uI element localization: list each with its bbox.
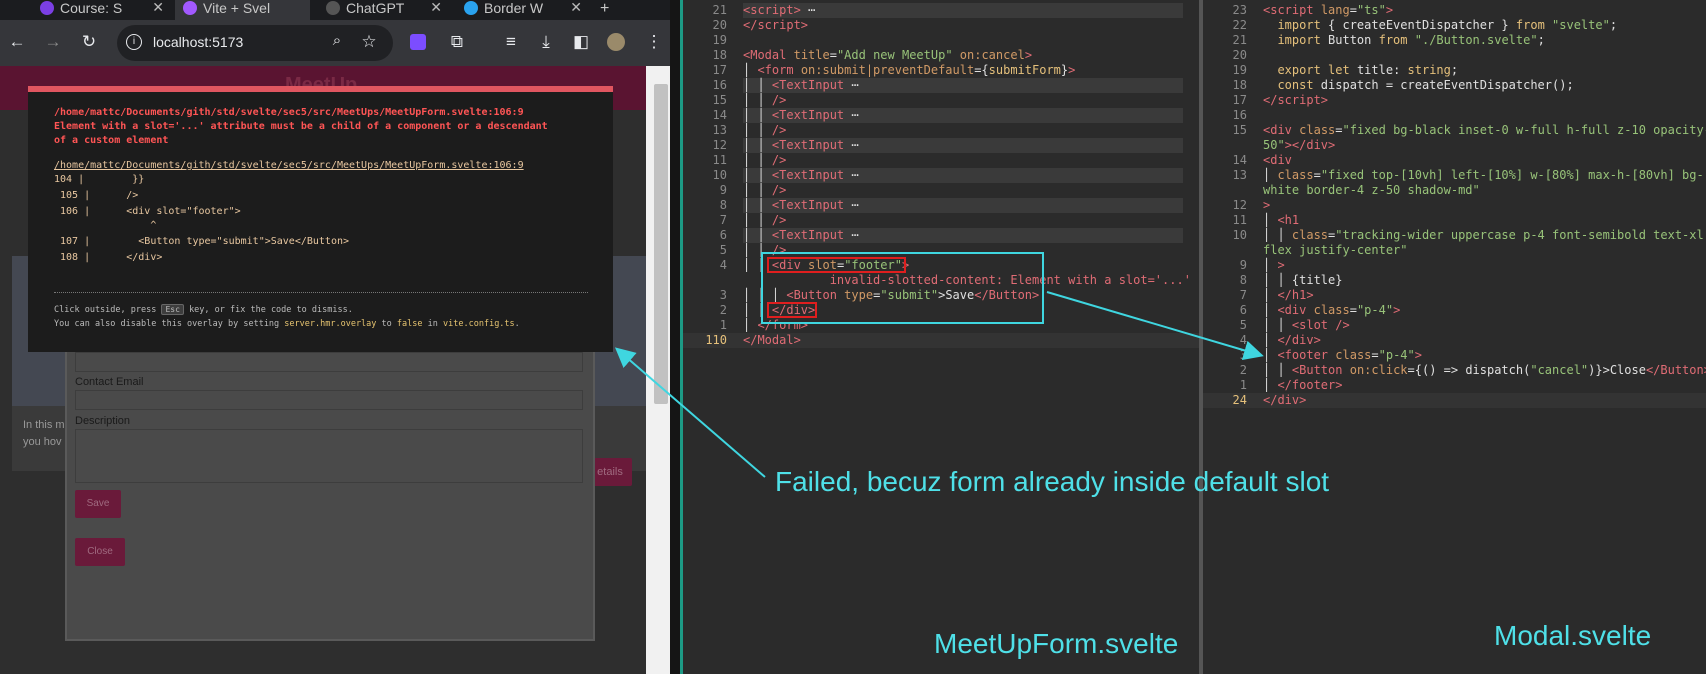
annotation-text: Failed, becuz form already inside defaul… (775, 466, 1330, 497)
right-file-caption: Modal.svelte (1494, 620, 1652, 651)
left-file-caption: MeetUpForm.svelte (934, 628, 1179, 659)
arrow-to-overlay (614, 347, 766, 478)
arrow-to-footer (1046, 291, 1264, 361)
annotation-arrows (614, 291, 1264, 478)
